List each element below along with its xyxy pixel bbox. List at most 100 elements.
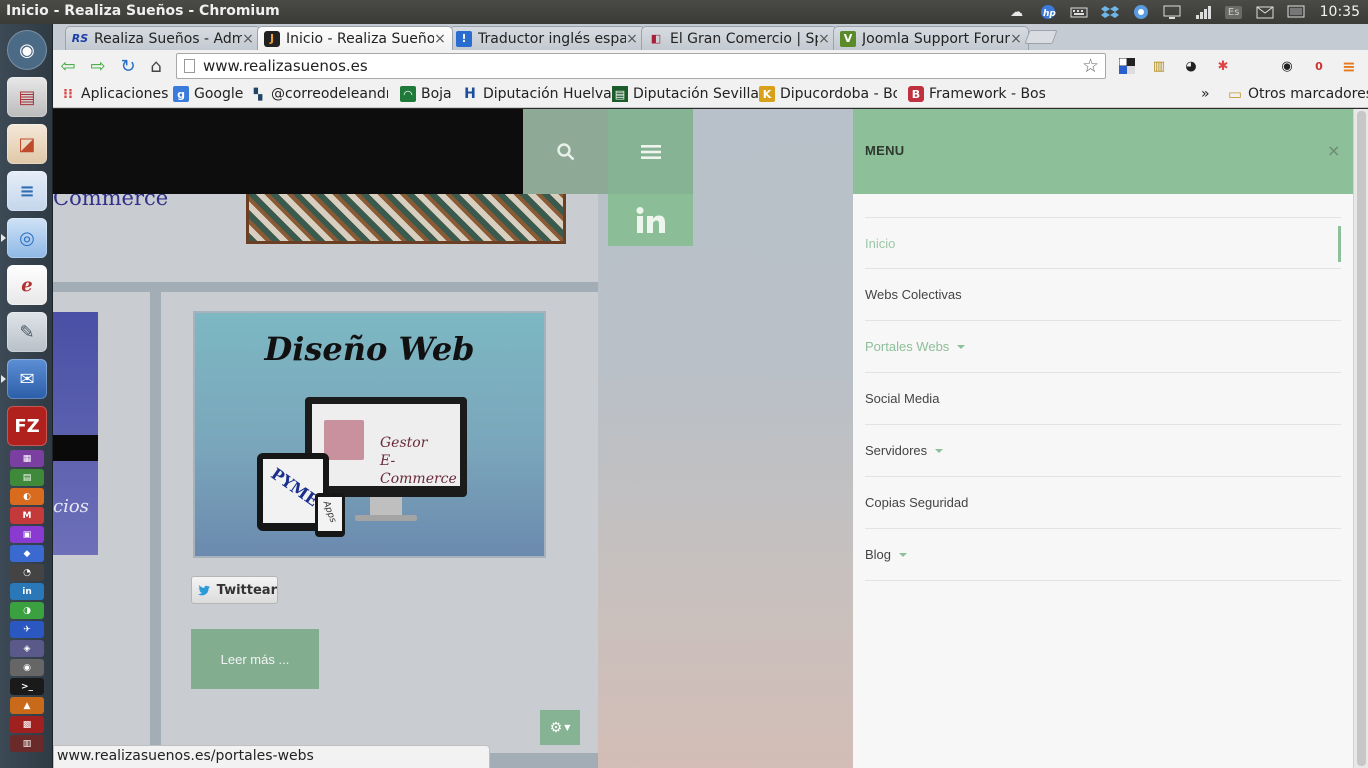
bookmark-diputacion-huelva[interactable]: H Diputación Huelva (462, 86, 612, 102)
app-icon[interactable]: ◑ (10, 602, 44, 619)
menu-close-icon[interactable]: × (1327, 141, 1340, 160)
signal-icon[interactable] (1193, 4, 1213, 20)
chromium-tray-icon[interactable] (1131, 4, 1151, 20)
menu-item-blog[interactable]: Blog (865, 529, 1341, 581)
caret-down-icon[interactable] (957, 344, 966, 349)
app-icon[interactable]: ▥ (10, 735, 44, 752)
app-icon[interactable]: ▲ (10, 697, 44, 714)
tab-close-icon[interactable]: × (242, 31, 254, 47)
owl-extension-icon[interactable]: ◕ (1181, 56, 1201, 76)
new-tab-button[interactable] (1024, 30, 1058, 44)
screen-icon[interactable] (1286, 4, 1306, 20)
app-icon[interactable]: ▩ (10, 716, 44, 733)
app-icon[interactable]: ◔ (10, 564, 44, 581)
bookmarks-overflow-chevron[interactable]: » (1201, 86, 1210, 102)
read-more-button[interactable]: Leer más ... (191, 629, 319, 689)
dropbox-icon[interactable] (1100, 4, 1120, 20)
bookmark-aplicaciones[interactable]: ⁝⁝ Aplicaciones (60, 86, 168, 102)
menu-item-servidores[interactable]: Servidores (865, 425, 1341, 477)
gmail-icon[interactable]: M (10, 507, 44, 524)
dropbox-app-icon[interactable]: ◆ (10, 545, 44, 562)
app-icon[interactable]: ◈ (10, 640, 44, 657)
bookmark-correodeleandro[interactable]: ▚ @correodeleandro (250, 86, 388, 102)
huelva-icon: H (464, 86, 476, 102)
filezilla-icon[interactable]: FZ (7, 406, 47, 446)
menu-item-copias-seguridad[interactable]: Copias Seguridad (865, 477, 1341, 529)
tab-joomla-support-forum[interactable]: V Joomla Support Forum × (833, 26, 1029, 50)
hp-printer-icon[interactable]: hp (1038, 4, 1058, 20)
analytics-extension-icon[interactable]: ▥ (1149, 56, 1169, 76)
forward-arrow-icon[interactable]: ⇨ (87, 55, 109, 77)
app-icon[interactable]: ✈ (10, 621, 44, 638)
tab-close-icon[interactable]: × (1010, 31, 1022, 47)
site-header (53, 109, 523, 194)
page-scrollbar[interactable] (1353, 109, 1368, 768)
address-bar[interactable]: www.realizasuenos.es ☆ (176, 53, 1106, 79)
chrome-menu-icon[interactable]: ≡ (1339, 56, 1359, 76)
app-icon[interactable]: ◉ (10, 659, 44, 676)
caret-down-icon[interactable] (935, 448, 944, 453)
weather-icon[interactable]: ☁ (1007, 4, 1027, 20)
home-icon[interactable]: ⌂ (145, 55, 167, 77)
tab-realiza-suenos-admin[interactable]: RS Realiza Sueños - Admi × (65, 26, 261, 50)
counter-extension-icon[interactable]: 0 (1309, 56, 1329, 76)
terminal-icon[interactable]: >_ (10, 678, 44, 695)
linkedin-app-icon[interactable]: in (10, 583, 44, 600)
system-top-bar: Inicio - Realiza Sueños - Chromium ☁ hp … (0, 0, 1368, 24)
file-cabinet-icon[interactable]: ▤ (7, 77, 47, 117)
eclipse-icon[interactable]: ℯ (7, 265, 47, 305)
bookmark-diputacion-sevilla[interactable]: ▤ Diputación Sevilla (612, 86, 759, 102)
text-editor-icon[interactable]: ✎ (7, 312, 47, 352)
app-icon[interactable]: ▣ (10, 526, 44, 543)
tab-close-icon[interactable]: × (434, 31, 446, 47)
bookmark-star-icon[interactable]: ☆ (1082, 55, 1099, 77)
app-icon[interactable]: ▦ (10, 450, 44, 467)
writer-document-icon[interactable]: ≡ (7, 171, 47, 211)
menu-item-inicio[interactable]: Inicio (865, 217, 1341, 269)
keyboard-icon[interactable] (1069, 4, 1089, 20)
caret-down-icon[interactable] (899, 552, 908, 557)
color-picker-extension-icon[interactable]: ◉ (1277, 56, 1297, 76)
caret-down-icon: ▼ (564, 723, 571, 732)
back-arrow-icon[interactable]: ⇦ (57, 55, 79, 77)
ubuntu-home-icon[interactable]: ◉ (7, 30, 47, 70)
menu-item-social-media[interactable]: Social Media (865, 373, 1341, 425)
search-button[interactable] (523, 109, 608, 194)
thunderbird-icon[interactable]: ✉ (7, 359, 47, 399)
reload-icon[interactable]: ↻ (117, 55, 139, 77)
mail-icon[interactable] (1255, 4, 1275, 20)
other-bookmarks-folder[interactable]: ▭ Otros marcadores (1227, 85, 1368, 103)
scrollbar-thumb[interactable] (1357, 111, 1366, 766)
menu-item-portales-webs[interactable]: Portales Webs (865, 321, 1341, 373)
firefox-icon[interactable]: ◐ (10, 488, 44, 505)
framework-icon: B (908, 86, 924, 102)
chromium-icon[interactable]: ◎ (7, 218, 47, 258)
twitter-share-button[interactable]: Twittear (191, 576, 278, 604)
presentation-icon[interactable]: ◪ (7, 124, 47, 164)
keyboard-layout-indicator[interactable]: Es (1224, 4, 1244, 20)
address-url[interactable]: www.realizasuenos.es (203, 57, 368, 75)
gear-options-button[interactable]: ⚙ ▼ (540, 710, 580, 745)
tab-close-icon[interactable]: × (626, 31, 638, 47)
joomla-extension-icon[interactable]: ✱ (1213, 56, 1233, 76)
diseno-web-image[interactable]: Diseño Web Gestor E-Commerce PYMES Apps (193, 311, 546, 558)
linkedin-button[interactable] (608, 194, 693, 246)
bookmark-google[interactable]: g Google (173, 86, 243, 102)
delicious-extension-icon[interactable] (1117, 56, 1137, 76)
phone-text: Apps (320, 499, 338, 525)
linkedin-icon (636, 207, 665, 233)
app-icon[interactable]: ▤ (10, 469, 44, 486)
menu-item-webs-colectivas[interactable]: Webs Colectivas (865, 269, 1341, 321)
tab-close-icon[interactable]: × (818, 31, 830, 47)
translator-favicon-icon: ! (456, 30, 472, 47)
bookmark-boja[interactable]: ◠ Boja (400, 86, 452, 102)
bookmark-framework-bosst[interactable]: BFramework - Bosst (908, 86, 1045, 102)
tab-traductor[interactable]: ! Traductor inglés espa × (449, 26, 645, 50)
hamburger-menu-button[interactable] (608, 109, 693, 194)
tab-inicio-realiza-suenos[interactable]: J Inicio - Realiza Sueños × (257, 26, 453, 50)
tab-label: Joomla Support Forum (862, 30, 1010, 47)
display-icon[interactable] (1162, 4, 1182, 20)
tab-el-gran-comercio[interactable]: ◧ El Gran Comercio | Sp × (641, 26, 837, 50)
bookmark-dipucordoba[interactable]: KDipucordoba - Bop (759, 86, 897, 102)
clock[interactable]: 10:35 (1320, 4, 1360, 20)
